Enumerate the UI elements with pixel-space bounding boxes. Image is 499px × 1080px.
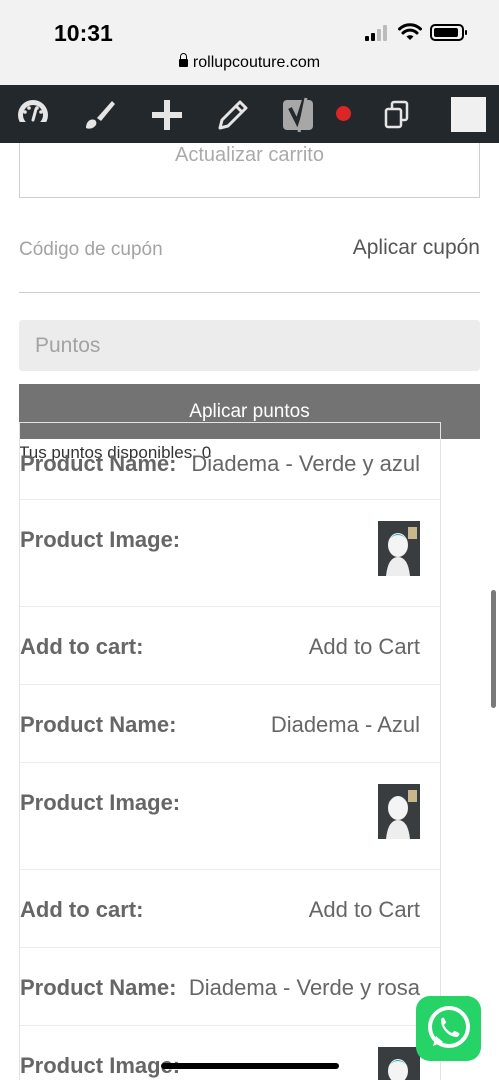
url-text: rollupcouture.com — [192, 54, 321, 71]
table-row: Add to cart: Add to Cart — [20, 607, 440, 685]
product-name-label: Product Name: — [20, 975, 177, 1000]
table-row: Product Name: Diadema - Verde y azul — [20, 423, 440, 500]
table-row: Product Image: — [20, 1026, 440, 1080]
product-name[interactable]: Diadema - Verde y rosa — [189, 975, 420, 1001]
product-image-label: Product Image: — [20, 790, 181, 815]
pencil-icon[interactable] — [216, 98, 250, 132]
table-row: Product Name: Diadema - Azul — [20, 685, 440, 763]
record-indicator — [336, 106, 351, 121]
table-row: Product Image: — [20, 500, 440, 607]
product-image-label: Product Image: — [20, 1053, 181, 1078]
product-image-label: Product Image: — [20, 527, 181, 552]
apply-coupon-button[interactable]: Aplicar cupón — [353, 236, 480, 260]
product-thumbnail[interactable] — [378, 784, 420, 839]
admin-bar — [0, 85, 499, 143]
table-row: Product Image: — [20, 763, 440, 870]
product-name[interactable]: Diadema - Verde y azul — [191, 451, 420, 477]
lock-icon — [178, 53, 188, 67]
yoast-icon[interactable] — [282, 96, 318, 134]
add-to-cart-label: Add to cart: — [20, 634, 144, 659]
whatsapp-button[interactable] — [416, 996, 481, 1061]
battery-icon — [430, 24, 467, 41]
dashboard-icon[interactable] — [16, 98, 50, 132]
coupon-input[interactable]: Código de cupón — [19, 239, 163, 261]
add-to-cart-link[interactable]: Add to Cart — [309, 634, 420, 660]
brush-icon[interactable] — [82, 98, 116, 132]
table-row: Product Name: Diadema - Verde y rosa — [20, 948, 440, 1026]
add-to-cart-link[interactable]: Add to Cart — [309, 897, 420, 923]
coupon-row: Código de cupón Aplicar cupón — [19, 231, 480, 293]
cart-page: Actualizar carrito Código de cupón Aplic… — [0, 143, 499, 1080]
product-table: Product Name: Diadema - Verde y azul Pro… — [19, 422, 441, 1080]
add-to-cart-label: Add to cart: — [20, 897, 144, 922]
signal-icon — [365, 25, 387, 41]
clock: 10:31 — [54, 20, 113, 46]
address-bar[interactable]: rollupcouture.com — [0, 53, 499, 72]
home-indicator — [161, 1063, 339, 1069]
update-cart-button[interactable]: Actualizar carrito — [19, 143, 480, 198]
table-row: Add to cart: Add to Cart — [20, 870, 440, 948]
product-thumbnail[interactable] — [378, 521, 420, 576]
product-thumbnail[interactable] — [378, 1047, 420, 1080]
admin-avatar[interactable] — [451, 97, 486, 132]
product-name-label: Product Name: — [20, 712, 177, 737]
status-bar: 10:31 rollupcouture.com — [0, 0, 499, 85]
whatsapp-icon — [428, 1006, 470, 1048]
points-input[interactable]: Puntos — [19, 320, 480, 371]
plus-icon[interactable] — [150, 98, 184, 132]
product-name-label: Product Name: — [20, 451, 177, 476]
wifi-icon — [398, 23, 422, 40]
product-name[interactable]: Diadema - Azul — [271, 712, 420, 738]
scrollbar[interactable] — [491, 590, 496, 708]
copy-icon[interactable] — [381, 98, 415, 132]
